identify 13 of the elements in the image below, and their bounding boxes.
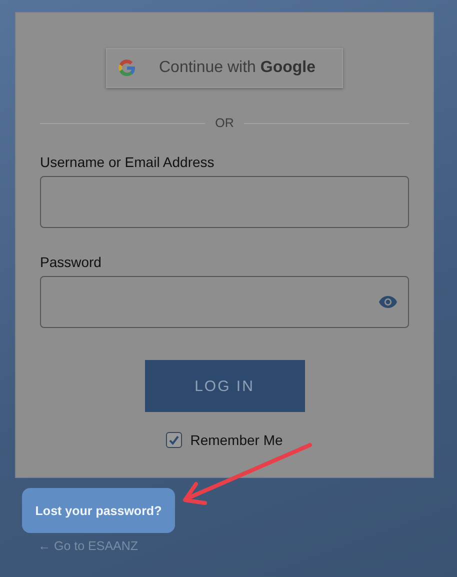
back-link[interactable]: ← Go to ESAANZ [38,539,138,553]
field-label: Password [40,254,102,270]
login-button[interactable]: LOG IN [144,360,304,412]
input-field[interactable] [40,276,409,328]
lost-password-button[interactable]: Lost your password? [22,488,175,533]
remember-checkbox[interactable] [166,432,182,448]
google-logo-icon [117,58,137,78]
remember-label: Remember Me [190,432,283,448]
field-label: Username or Email Address [40,154,216,170]
eye-icon[interactable] [378,295,398,309]
input-field[interactable] [40,176,409,228]
divider-label: OR [215,116,234,130]
google-button[interactable]: Continue with Google [106,48,343,88]
